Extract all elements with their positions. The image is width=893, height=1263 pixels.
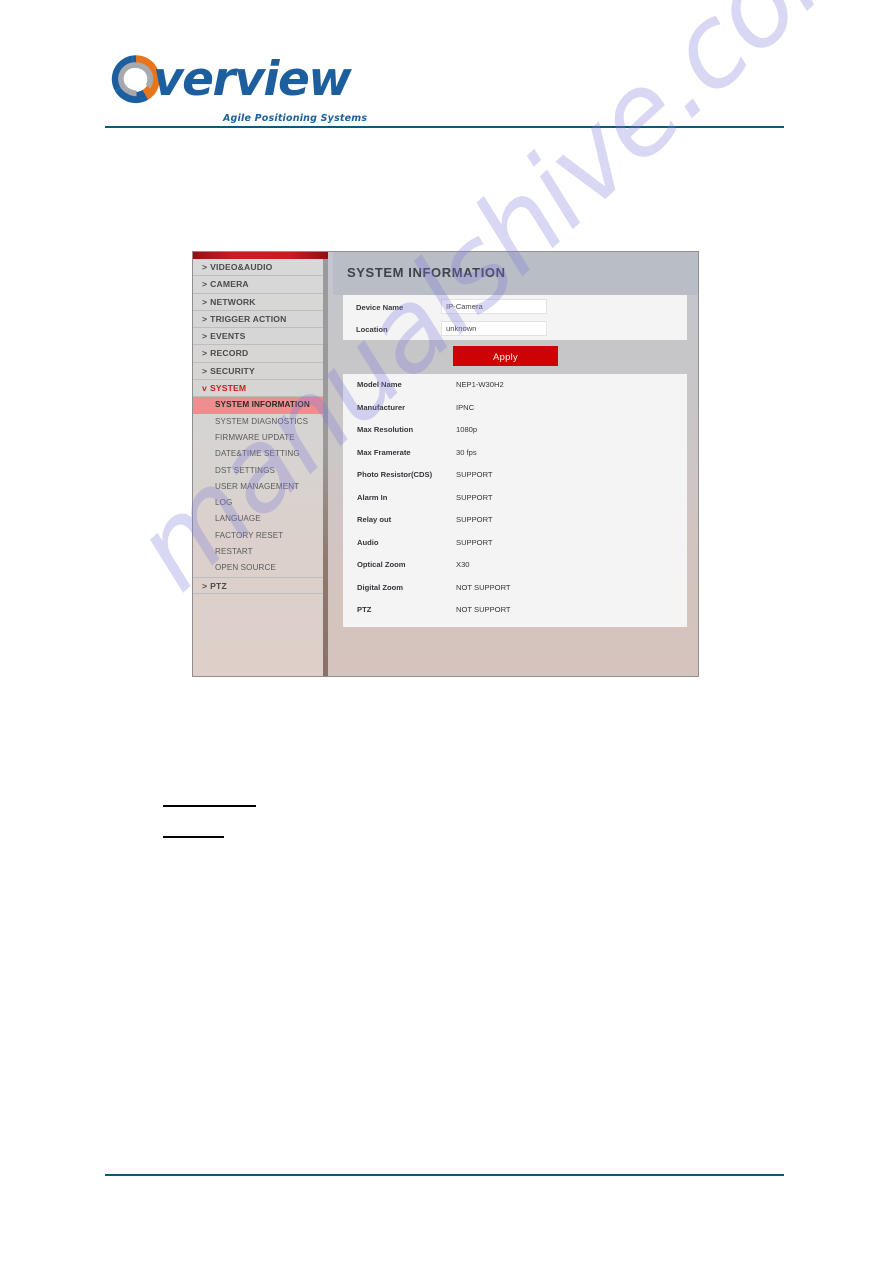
info-key: Photo Resistor(CDS) <box>357 470 433 479</box>
info-key: Manufacturer <box>357 402 406 412</box>
info-value: NEP1-W30H2 <box>456 380 504 389</box>
brand-logo: verview Agile Positioning Systems <box>105 44 367 124</box>
apply-button[interactable]: Apply <box>453 346 558 366</box>
main-content: SYSTEM INFORMATION Device Name Location … <box>333 252 698 676</box>
sidebar-subitem-open-source[interactable]: OPEN SOURCE <box>193 560 328 576</box>
info-value: SUPPORT <box>456 537 493 547</box>
table-row: PTZ NOT SUPPORT <box>343 599 687 622</box>
sidebar-top-accent-bar <box>193 252 328 259</box>
chevron-right-icon: > <box>202 279 208 290</box>
table-row: Audio SUPPORT <box>343 532 687 555</box>
table-row: Max Framerate 30 fps <box>343 442 687 465</box>
sidebar-right-divider <box>323 259 328 676</box>
device-name-input[interactable] <box>441 299 547 314</box>
info-key: Relay out <box>357 515 392 524</box>
camera-web-ui: > VIDEO&AUDIO > CAMERA > NETWORK > TRIGGER A… <box>192 251 699 677</box>
sidebar-item-ptz[interactable]: > PTZ <box>193 576 328 594</box>
info-value: NOT SUPPORT <box>456 582 511 592</box>
sidebar: > VIDEO&AUDIO > CAMERA > NETWORK > TRIGGER A… <box>193 252 328 676</box>
table-row: Model Name NEP1-W30H2 <box>343 374 687 397</box>
page-title: SYSTEM INFORMATION <box>347 265 506 280</box>
sidebar-subitem-firmware-update[interactable]: FIRMWARE UPDATE <box>193 430 328 446</box>
main-header: SYSTEM INFORMATION <box>333 252 698 295</box>
chevron-right-icon: > <box>202 580 208 591</box>
sidebar-item-label: SYSTEM <box>209 383 247 394</box>
chevron-right-icon: > <box>202 262 208 272</box>
info-value: X30 <box>456 560 470 569</box>
location-label: Location <box>356 325 388 334</box>
info-value: SUPPORT <box>456 492 493 502</box>
sidebar-item-label: EVENTS <box>210 331 246 342</box>
sidebar-subitem-user-management[interactable]: USER MANAGEMENT <box>193 479 328 495</box>
chevron-right-icon: > <box>202 313 208 324</box>
sidebar-subitem-log[interactable]: LOG <box>193 495 328 511</box>
sidebar-item-network[interactable]: > NETWORK <box>193 294 328 311</box>
info-value: SUPPORT <box>456 470 493 479</box>
annotation-underline-secondary <box>163 836 224 838</box>
info-value: 1080p <box>456 425 478 434</box>
info-key: Max Framerate <box>357 447 411 457</box>
sidebar-subitem-date-time-setting[interactable]: DATE&TIME SETTING <box>193 446 328 462</box>
system-information-table: Model Name NEP1-W30H2 Manufacturer IPNC … <box>343 374 687 627</box>
sidebar-item-system[interactable]: v SYSTEM <box>193 380 328 398</box>
info-key: Model Name <box>357 380 402 389</box>
sidebar-item-label: NETWORK <box>210 296 256 307</box>
info-key: Digital Zoom <box>357 582 403 592</box>
header-divider <box>105 126 784 128</box>
info-value: IPNC <box>456 402 475 412</box>
form-row-device-name: Device Name <box>343 299 687 317</box>
sidebar-item-label: CAMERA <box>210 279 249 290</box>
sidebar-item-label: VIDEO&AUDIO <box>210 262 273 272</box>
sidebar-item-label: PTZ <box>210 580 227 591</box>
table-row: Photo Resistor(CDS) SUPPORT <box>343 464 687 487</box>
device-name-label: Device Name <box>356 303 404 312</box>
sidebar-item-label: SECURITY <box>210 365 255 376</box>
info-key: Max Resolution <box>357 425 414 434</box>
device-settings-form: Device Name Location <box>343 295 687 340</box>
info-key: Audio <box>357 537 379 547</box>
sidebar-item-security[interactable]: > SECURITY <box>193 363 328 381</box>
sidebar-item-label: TRIGGER ACTION <box>210 313 287 324</box>
sidebar-item-label: RECORD <box>210 348 249 359</box>
sidebar-subitem-system-information[interactable]: SYSTEM INFORMATION <box>193 397 328 414</box>
info-key: Optical Zoom <box>357 560 406 569</box>
sidebar-subitem-language[interactable]: LANGUAGE <box>193 511 328 527</box>
form-row-location: Location <box>343 321 687 339</box>
footer-divider <box>105 1174 784 1176</box>
chevron-right-icon: > <box>202 365 208 376</box>
location-input[interactable] <box>441 321 547 336</box>
info-value: NOT SUPPORT <box>456 605 511 614</box>
sidebar-subitem-factory-reset[interactable]: FACTORY RESET <box>193 528 328 544</box>
info-value: 30 fps <box>456 447 477 457</box>
table-row: Max Resolution 1080p <box>343 419 687 442</box>
sidebar-item-video-audio[interactable]: > VIDEO&AUDIO <box>193 259 328 277</box>
chevron-down-icon: v <box>202 383 207 394</box>
sidebar-item-events[interactable]: > EVENTS <box>193 328 328 346</box>
chevron-right-icon: > <box>202 296 208 307</box>
brand-tagline: Agile Positioning Systems <box>223 113 368 124</box>
chevron-right-icon: > <box>202 348 208 359</box>
sidebar-subitem-restart[interactable]: RESTART <box>193 544 328 560</box>
sidebar-subitem-dst-settings[interactable]: DST SETTINGS <box>193 463 328 479</box>
document-header: verview Agile Positioning Systems <box>105 44 785 134</box>
sidebar-subitem-system-diagnostics[interactable]: SYSTEM DIAGNOSTICS <box>193 414 328 430</box>
chevron-right-icon: > <box>202 331 208 342</box>
brand-name: verview <box>153 52 352 107</box>
table-row: Alarm In SUPPORT <box>343 487 687 510</box>
table-row: Relay out SUPPORT <box>343 509 687 532</box>
table-row: Manufacturer IPNC <box>343 397 687 420</box>
info-key: PTZ <box>357 605 372 614</box>
sidebar-item-camera[interactable]: > CAMERA <box>193 276 328 294</box>
info-key: Alarm In <box>357 492 388 502</box>
annotation-underline-primary <box>163 805 256 807</box>
sidebar-item-trigger-action[interactable]: > TRIGGER ACTION <box>193 311 328 329</box>
sidebar-item-record[interactable]: > RECORD <box>193 345 328 363</box>
table-row: Optical Zoom X30 <box>343 554 687 577</box>
info-value: SUPPORT <box>456 515 493 524</box>
table-row: Digital Zoom NOT SUPPORT <box>343 577 687 600</box>
